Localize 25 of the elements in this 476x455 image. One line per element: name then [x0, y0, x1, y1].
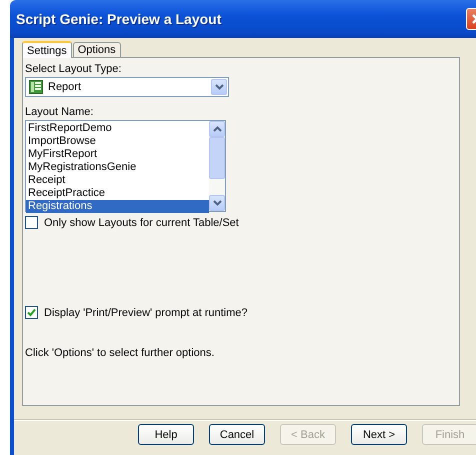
list-item[interactable]: Registrations: [26, 200, 209, 213]
scroll-up-icon[interactable]: [212, 126, 222, 132]
dialog-button[interactable]: Help: [138, 424, 194, 445]
checkbox[interactable]: [25, 306, 38, 319]
tab[interactable]: Options: [72, 42, 121, 57]
tab[interactable]: Settings: [22, 41, 72, 58]
list-item[interactable]: FirstReportDemo: [26, 122, 209, 135]
scrollbar[interactable]: [209, 121, 225, 211]
checkbox-label: Only show Layouts for current Table/Set: [44, 216, 239, 228]
layout-type-dropdown[interactable]: Report: [25, 77, 229, 97]
dialog-button[interactable]: Cancel: [209, 424, 265, 445]
list-item[interactable]: ImportBrowse: [26, 135, 209, 148]
hint-text: Click 'Options' to select further options.: [25, 347, 214, 359]
window-title: Script Genie: Preview a Layout: [15, 11, 222, 27]
scroll-down-icon[interactable]: [212, 200, 222, 206]
list-item[interactable]: MyFirstReport: [26, 148, 209, 161]
checkbox-label: Display 'Print/Preview' prompt at runtime?: [44, 306, 248, 318]
list-item[interactable]: ReceiptPractice: [26, 187, 209, 200]
list-item[interactable]: Receipt: [26, 174, 209, 187]
list-item[interactable]: MyRegistrationsGenie: [26, 161, 209, 174]
field-label: Select Layout Type:: [25, 63, 122, 76]
report-icon: [29, 80, 43, 94]
dialog-button[interactable]: Next >: [351, 424, 407, 445]
checkbox[interactable]: [25, 216, 38, 229]
field-label: Layout Name:: [25, 106, 94, 119]
